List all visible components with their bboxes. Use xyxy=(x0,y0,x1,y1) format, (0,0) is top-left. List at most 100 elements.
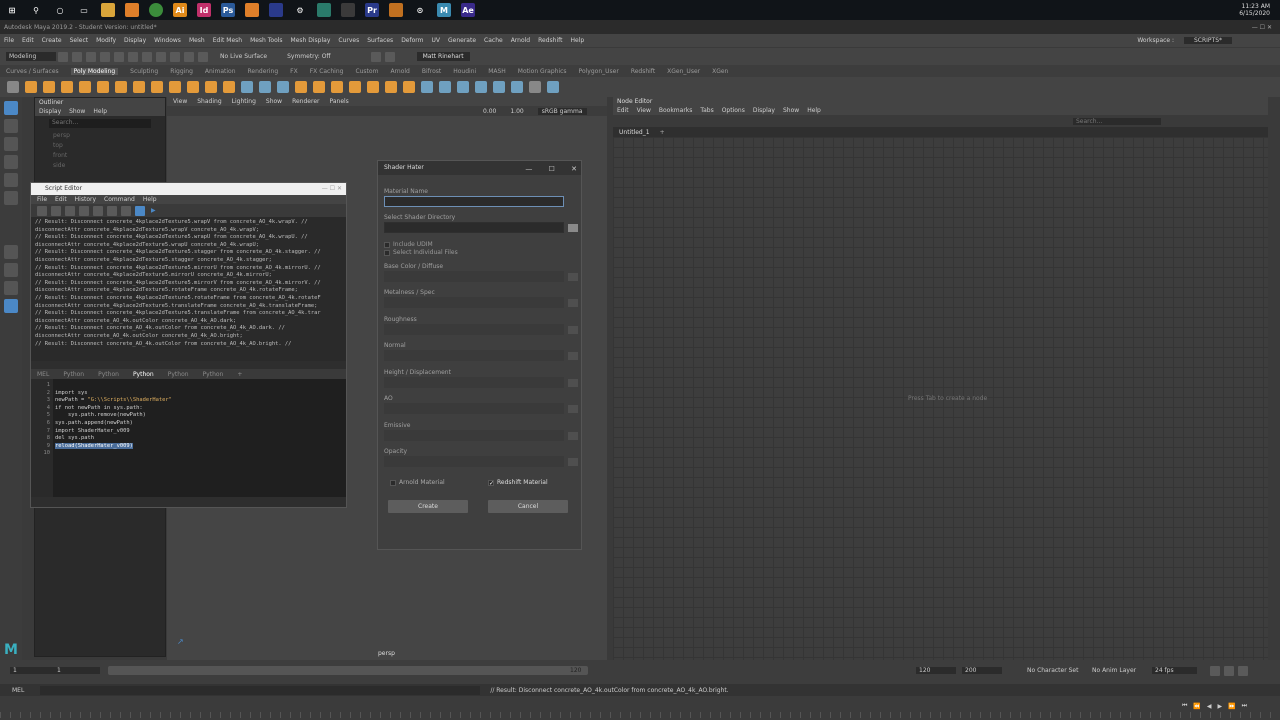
outliner-item-front[interactable]: front xyxy=(53,151,165,161)
map-folder-icon-opacity[interactable] xyxy=(568,458,578,466)
ne-add-tab-icon[interactable]: + xyxy=(660,129,665,136)
arnold-material-option[interactable]: Arnold Material xyxy=(390,479,445,486)
create-button[interactable]: Create xyxy=(388,500,468,513)
anim-prefs-icon[interactable] xyxy=(1224,666,1234,676)
symmetry-label[interactable]: Symmetry: Off xyxy=(287,53,330,60)
command-language-label[interactable]: MEL xyxy=(12,687,24,694)
poly-cube-icon[interactable] xyxy=(43,81,55,93)
menu-cache[interactable]: Cache xyxy=(484,37,503,44)
poly-torus-icon[interactable] xyxy=(97,81,109,93)
menu-deform[interactable]: Deform xyxy=(401,37,423,44)
vp-value-a[interactable]: 0.00 xyxy=(483,108,496,115)
ne-menu-edit[interactable]: Edit xyxy=(617,107,629,114)
shelf-gear-icon[interactable] xyxy=(7,81,19,93)
map-folder-icon-normal[interactable] xyxy=(568,352,578,360)
shelf-tab-animation[interactable]: Animation xyxy=(205,68,236,75)
fps-menu[interactable]: 24 fps xyxy=(1152,667,1197,674)
shelf-tab-poly-modeling[interactable]: Poly Modeling xyxy=(70,67,119,75)
menu-arnold[interactable]: Arnold xyxy=(511,37,530,44)
planar-map-icon[interactable] xyxy=(493,81,505,93)
se-tab-python-5[interactable]: Python xyxy=(203,371,224,378)
vp-menu-view[interactable]: View xyxy=(173,98,187,105)
shelf-tab-bifrost[interactable]: Bifrost xyxy=(422,68,441,75)
map-folder-icon-roughness[interactable] xyxy=(568,326,578,334)
map-field-height[interactable] xyxy=(384,377,564,388)
append-icon[interactable] xyxy=(403,81,415,93)
anim-layer-menu[interactable]: No Anim Layer xyxy=(1092,667,1136,674)
open-scene-icon[interactable] xyxy=(72,51,82,62)
shelf-tab-rigging[interactable]: Rigging xyxy=(170,68,193,75)
ne-menu-view[interactable]: View xyxy=(637,107,651,114)
menu-edit-mesh[interactable]: Edit Mesh xyxy=(213,37,242,44)
menu-surfaces[interactable]: Surfaces xyxy=(367,37,393,44)
multi-cut-icon[interactable] xyxy=(421,81,433,93)
ne-search[interactable]: Search... xyxy=(1073,117,1161,125)
vp-menu-show[interactable]: Show xyxy=(266,98,282,105)
uv-editor-icon[interactable] xyxy=(475,81,487,93)
poly-cylinder-icon[interactable] xyxy=(61,81,73,93)
outliner-menu-display[interactable]: Display xyxy=(39,108,61,115)
illustrator-icon[interactable]: Ai xyxy=(173,3,187,17)
menu-edit[interactable]: Edit xyxy=(22,37,34,44)
combine-icon[interactable] xyxy=(241,81,253,93)
select-component-icon[interactable] xyxy=(156,51,166,62)
search-icon[interactable]: ⚲ xyxy=(29,3,43,17)
mirror-icon[interactable] xyxy=(313,81,325,93)
map-field-opacity[interactable] xyxy=(384,456,564,467)
se-echo-icon[interactable] xyxy=(107,205,117,216)
target-weld-icon[interactable] xyxy=(439,81,451,93)
outliner-search[interactable]: Search... xyxy=(49,119,151,128)
ipr-icon[interactable] xyxy=(384,51,395,62)
anim-end-field[interactable]: 200 xyxy=(962,667,1002,674)
menu-curves[interactable]: Curves xyxy=(338,37,359,44)
premiere-icon[interactable]: Pr xyxy=(365,3,379,17)
character-set-menu[interactable]: No Character Set xyxy=(1027,667,1078,674)
map-field-ao[interactable] xyxy=(384,403,564,414)
select-individual-checkbox[interactable] xyxy=(384,249,390,256)
se-execute-icon[interactable]: ▶ xyxy=(151,207,156,214)
search-app-icon[interactable] xyxy=(125,3,139,17)
menu-mesh-display[interactable]: Mesh Display xyxy=(291,37,331,44)
se-menu-edit[interactable]: Edit xyxy=(55,196,67,203)
layout-two-icon[interactable] xyxy=(4,281,18,295)
window-controls[interactable]: — ☐ ✕ xyxy=(1252,24,1272,31)
shader-directory-field[interactable] xyxy=(384,222,564,233)
snap-point-icon[interactable] xyxy=(198,51,208,62)
menu-mesh[interactable]: Mesh xyxy=(189,37,205,44)
shelf-tab-sculpting[interactable]: Sculpting xyxy=(130,68,158,75)
shelf-tab-fx-caching[interactable]: FX Caching xyxy=(310,68,344,75)
menu-redshift[interactable]: Redshift xyxy=(538,37,562,44)
shelf-tab-xgen[interactable]: XGen xyxy=(712,68,728,75)
menu-select[interactable]: Select xyxy=(70,37,89,44)
menu-file[interactable]: File xyxy=(4,37,14,44)
smooth-icon[interactable] xyxy=(277,81,289,93)
se-menu-help[interactable]: Help xyxy=(143,196,157,203)
se-save-icon[interactable] xyxy=(51,205,61,216)
se-line-numbers-icon[interactable] xyxy=(121,205,131,216)
lasso-tool-icon[interactable] xyxy=(4,119,18,133)
workspace-selector[interactable]: Workspace : SCRIPTS* xyxy=(1133,37,1236,44)
se-add-tab-icon[interactable]: + xyxy=(237,371,242,378)
bridge-icon[interactable] xyxy=(349,81,361,93)
select-individual-option[interactable]: Select Individual Files xyxy=(384,249,458,256)
go-end-icon[interactable]: ⏭ xyxy=(1242,702,1247,710)
poly-helix-icon[interactable] xyxy=(187,81,199,93)
redshift-material-checkbox[interactable]: ✓ xyxy=(488,479,494,486)
move-tool-icon[interactable] xyxy=(4,155,18,169)
vp-menu-lighting[interactable]: Lighting xyxy=(232,98,256,105)
app2-icon[interactable] xyxy=(317,3,331,17)
select-tool-icon[interactable] xyxy=(4,101,18,115)
time-ruler[interactable]: ⏮ ⏪ ◀ ▶ ⏩ ⏭ xyxy=(0,696,1280,720)
user-account[interactable]: Matt Rinehart xyxy=(416,52,470,61)
layout-single-icon[interactable] xyxy=(4,245,18,259)
se-clear-history-icon[interactable] xyxy=(65,205,75,216)
shelf-tab-fx[interactable]: FX xyxy=(290,68,298,75)
arnold-material-checkbox[interactable] xyxy=(390,479,396,486)
outliner-item-side[interactable]: side xyxy=(53,161,165,171)
vp-menu-panels[interactable]: Panels xyxy=(329,98,348,105)
menu-generate[interactable]: Generate xyxy=(448,37,476,44)
after-effects-icon[interactable]: Ae xyxy=(461,3,475,17)
range-slider-bar[interactable] xyxy=(108,666,588,675)
command-input[interactable] xyxy=(40,685,481,695)
vp-menu-renderer[interactable]: Renderer xyxy=(292,98,319,105)
